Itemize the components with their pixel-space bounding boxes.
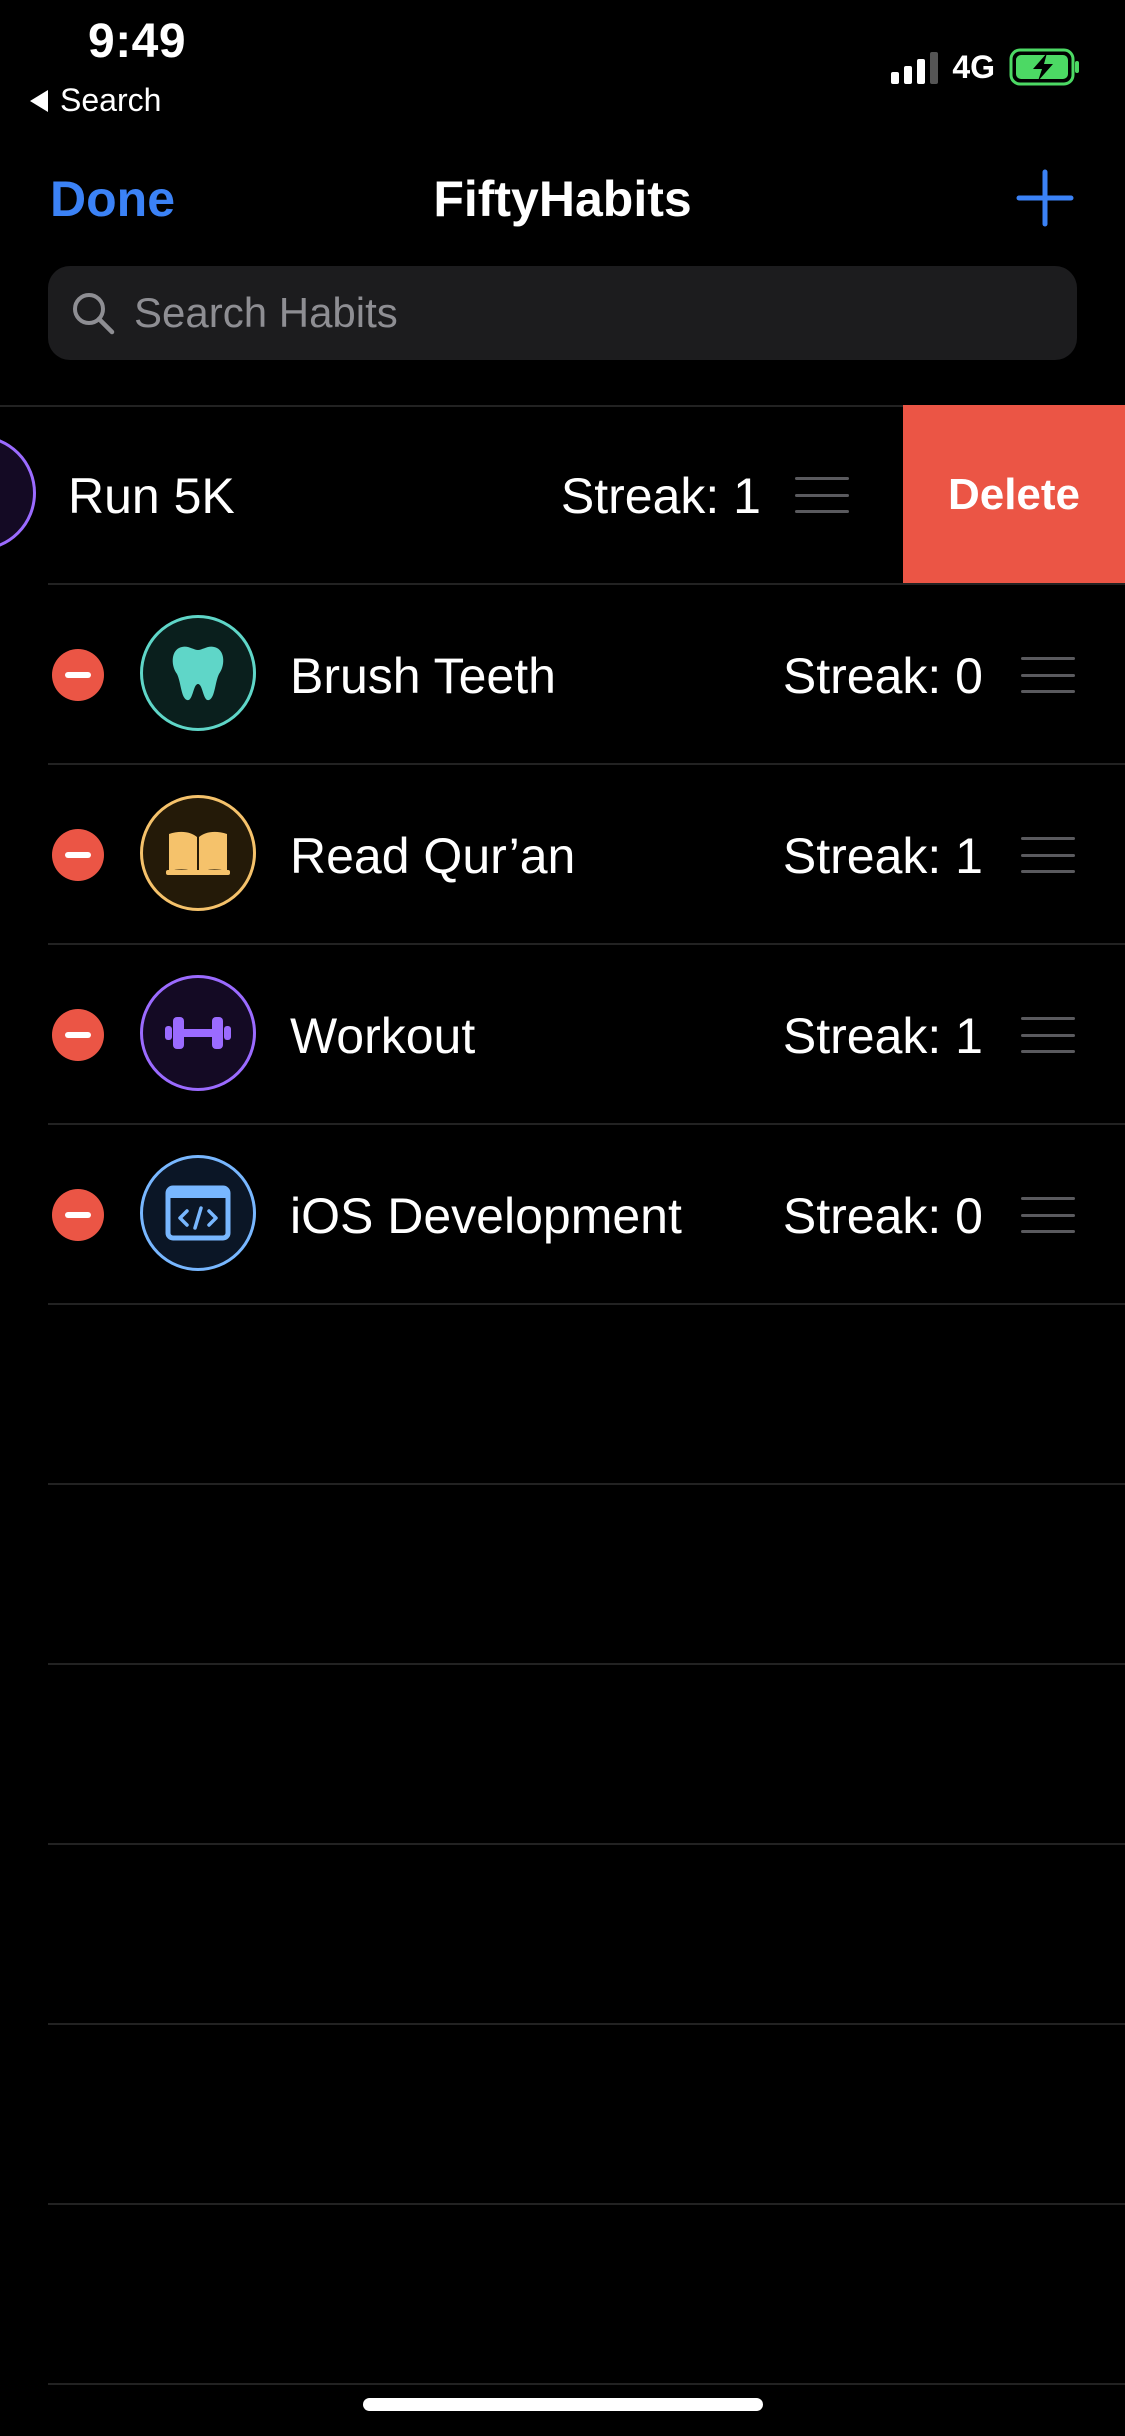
delete-toggle-icon[interactable]	[52, 1009, 104, 1061]
habit-row-read-quran[interactable]: Read Qur’an Streak: 1	[0, 765, 1125, 945]
habits-screen: 9:49 Search 4G Done FiftyHabits Search H…	[0, 0, 1125, 2436]
back-to-search-link[interactable]: Search	[30, 82, 161, 119]
row-divider	[48, 2383, 1125, 2385]
network-type: 4G	[952, 48, 995, 85]
empty-row	[0, 2025, 1125, 2205]
reorder-handle-icon[interactable]	[1021, 1197, 1075, 1233]
reorder-handle-icon[interactable]	[795, 477, 849, 513]
habit-name: Read Qur’an	[290, 828, 576, 884]
habit-row-ios-development[interactable]: iOS Development Streak: 0	[0, 1125, 1125, 1305]
dumbbell-icon	[140, 975, 256, 1091]
delete-toggle-icon[interactable]	[52, 649, 104, 701]
page-title: FiftyHabits	[433, 171, 692, 227]
delete-toggle-icon[interactable]	[52, 829, 104, 881]
empty-row	[0, 1665, 1125, 1845]
habit-streak: Streak: 1	[560, 468, 761, 524]
search-icon	[73, 293, 115, 335]
back-label: Search	[60, 82, 162, 118]
add-habit-button[interactable]	[1015, 168, 1075, 228]
search-input[interactable]	[132, 288, 1036, 338]
habit-list: Run 5K Streak: 1 Delete Brush Teeth Stre…	[0, 405, 1125, 2385]
habit-row-brush-teeth[interactable]: Brush Teeth Streak: 0	[0, 585, 1125, 765]
code-icon	[140, 1155, 256, 1271]
battery-charging-icon	[1009, 48, 1079, 86]
habit-name: iOS Development	[290, 1188, 682, 1244]
home-indicator[interactable]	[363, 2398, 763, 2411]
habit-row-workout[interactable]: Workout Streak: 1	[0, 945, 1125, 1125]
reorder-handle-icon[interactable]	[1021, 657, 1075, 693]
habit-streak: Streak: 1	[782, 828, 983, 884]
empty-row	[0, 1305, 1125, 1485]
habit-row-run-5k[interactable]: Run 5K Streak: 1 Delete	[0, 405, 1125, 585]
habit-name: Brush Teeth	[290, 648, 556, 704]
tooth-icon	[140, 615, 256, 731]
run-icon	[0, 435, 36, 551]
habit-name: Run 5K	[68, 468, 235, 524]
empty-row	[0, 1485, 1125, 1665]
book-icon	[140, 795, 256, 911]
delete-button[interactable]: Delete	[903, 405, 1125, 585]
habit-streak: Streak: 0	[782, 1188, 983, 1244]
reorder-handle-icon[interactable]	[1021, 1017, 1075, 1053]
status-indicators: 4G	[891, 48, 1081, 86]
habit-name: Workout	[290, 1008, 476, 1064]
empty-row	[0, 1845, 1125, 2025]
search-bar[interactable]	[48, 266, 1077, 360]
status-time: 9:49	[88, 15, 187, 68]
reorder-handle-icon[interactable]	[1021, 837, 1075, 873]
empty-row	[0, 2205, 1125, 2385]
habit-streak: Streak: 1	[782, 1008, 983, 1064]
back-arrow-icon	[30, 89, 48, 112]
habit-streak: Streak: 0	[782, 648, 983, 704]
delete-toggle-icon[interactable]	[52, 1189, 104, 1241]
cellular-signal-icon	[891, 50, 939, 84]
